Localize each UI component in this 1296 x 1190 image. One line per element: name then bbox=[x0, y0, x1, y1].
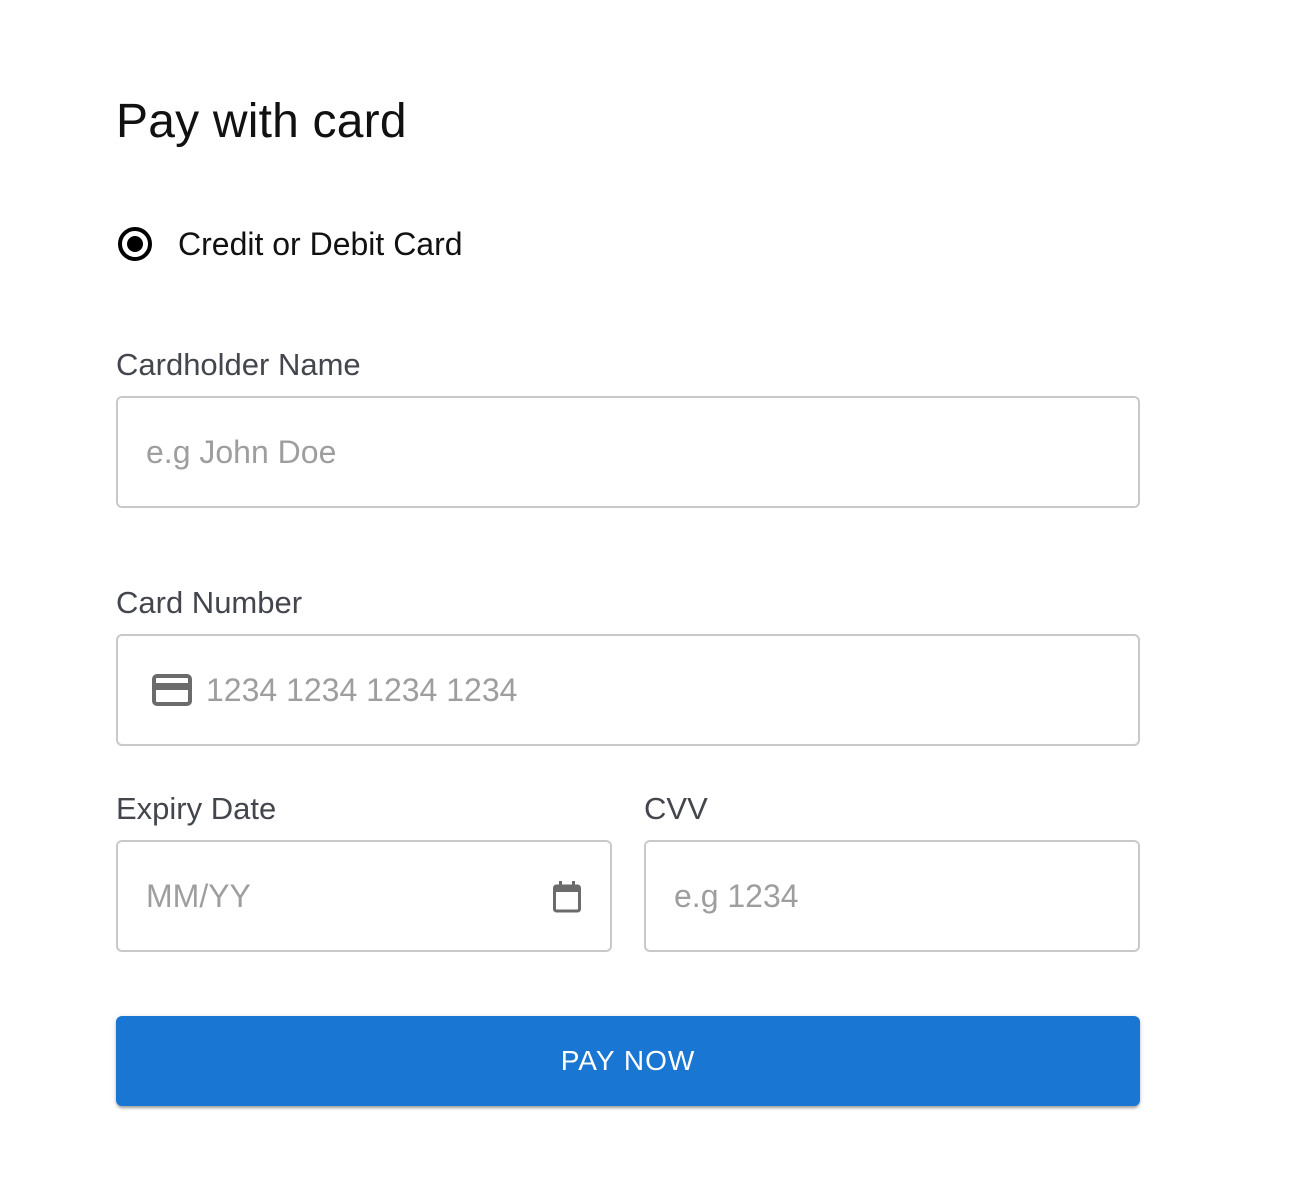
expiry-date-placeholder: MM/YY bbox=[146, 877, 251, 914]
radio-selected-dot bbox=[127, 236, 143, 252]
payment-method-option-card[interactable]: Credit or Debit Card bbox=[116, 222, 463, 266]
page-title: Pay with card bbox=[116, 95, 407, 148]
cvv-placeholder: e.g 1234 bbox=[674, 877, 799, 914]
expiry-date-input[interactable]: MM/YY bbox=[116, 840, 612, 952]
payment-method-label: Credit or Debit Card bbox=[178, 226, 463, 262]
cvv-input[interactable]: e.g 1234 bbox=[644, 840, 1140, 952]
card-number-label: Card Number bbox=[116, 585, 303, 620]
card-number-placeholder: 1234 1234 1234 1234 bbox=[206, 671, 518, 708]
cardholder-name-input[interactable]: e.g John Doe bbox=[116, 396, 1140, 508]
cvv-label: CVV bbox=[644, 791, 708, 826]
calendar-icon[interactable] bbox=[552, 880, 582, 914]
cardholder-name-placeholder: e.g John Doe bbox=[146, 433, 337, 470]
card-number-input[interactable]: 1234 1234 1234 1234 bbox=[116, 634, 1140, 746]
pay-now-button[interactable]: PAY NOW bbox=[116, 1016, 1140, 1106]
expiry-date-label: Expiry Date bbox=[116, 791, 277, 826]
cardholder-name-label: Cardholder Name bbox=[116, 347, 361, 382]
credit-card-icon bbox=[152, 673, 192, 707]
radio-button[interactable] bbox=[118, 227, 152, 261]
